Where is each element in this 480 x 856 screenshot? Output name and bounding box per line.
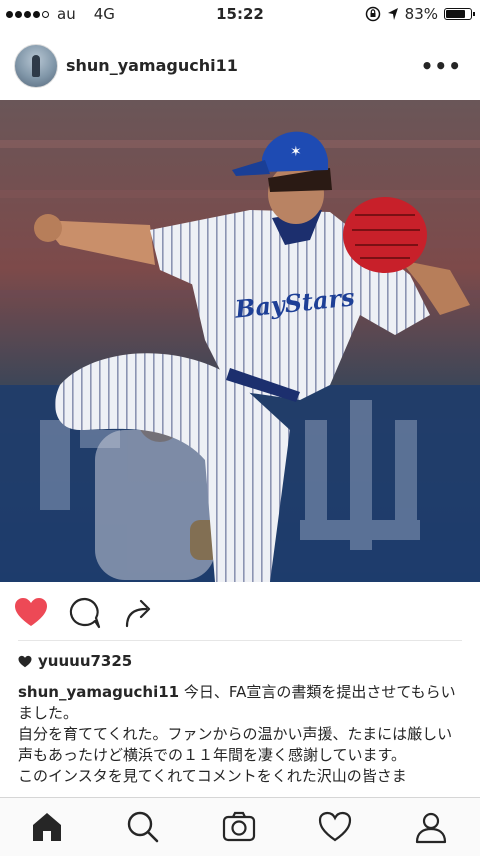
profile-icon[interactable] (414, 810, 448, 844)
battery-percent: 83% (404, 5, 438, 23)
heart-small-icon (18, 655, 32, 667)
post-header: shun_yamaguchi11 ••• (0, 32, 480, 100)
heart-outline-icon[interactable] (318, 810, 352, 844)
rotation-lock-icon (365, 6, 380, 22)
more-options-icon[interactable]: ••• (421, 54, 462, 78)
bottom-tab-bar (0, 797, 480, 856)
likes-username[interactable]: yuuuu7325 (38, 652, 132, 670)
battery-fill (446, 10, 466, 18)
status-right: 83% (365, 0, 475, 28)
likes-row[interactable]: yuuuu7325 (18, 652, 132, 670)
camera-icon[interactable] (222, 810, 256, 844)
comment-icon[interactable] (68, 596, 102, 630)
post-photo[interactable]: ✶ BayStars (0, 100, 480, 582)
location-arrow-icon (387, 8, 398, 20)
post-username[interactable]: shun_yamaguchi11 (66, 56, 238, 75)
share-icon[interactable] (122, 596, 156, 630)
status-bar: au 4G 15:22 83% (0, 0, 480, 28)
search-icon[interactable] (126, 810, 160, 844)
battery-icon (444, 8, 475, 20)
svg-text:✶: ✶ (290, 144, 302, 160)
post-caption: shun_yamaguchi11 今日、FA宣言の書類を提出させてもらいました。… (18, 682, 464, 787)
post-actions (0, 582, 480, 640)
caption-username[interactable]: shun_yamaguchi11 (18, 683, 179, 701)
heart-filled-icon[interactable] (14, 596, 48, 630)
avatar[interactable] (14, 44, 58, 88)
home-icon[interactable] (30, 810, 64, 844)
divider (18, 640, 462, 641)
